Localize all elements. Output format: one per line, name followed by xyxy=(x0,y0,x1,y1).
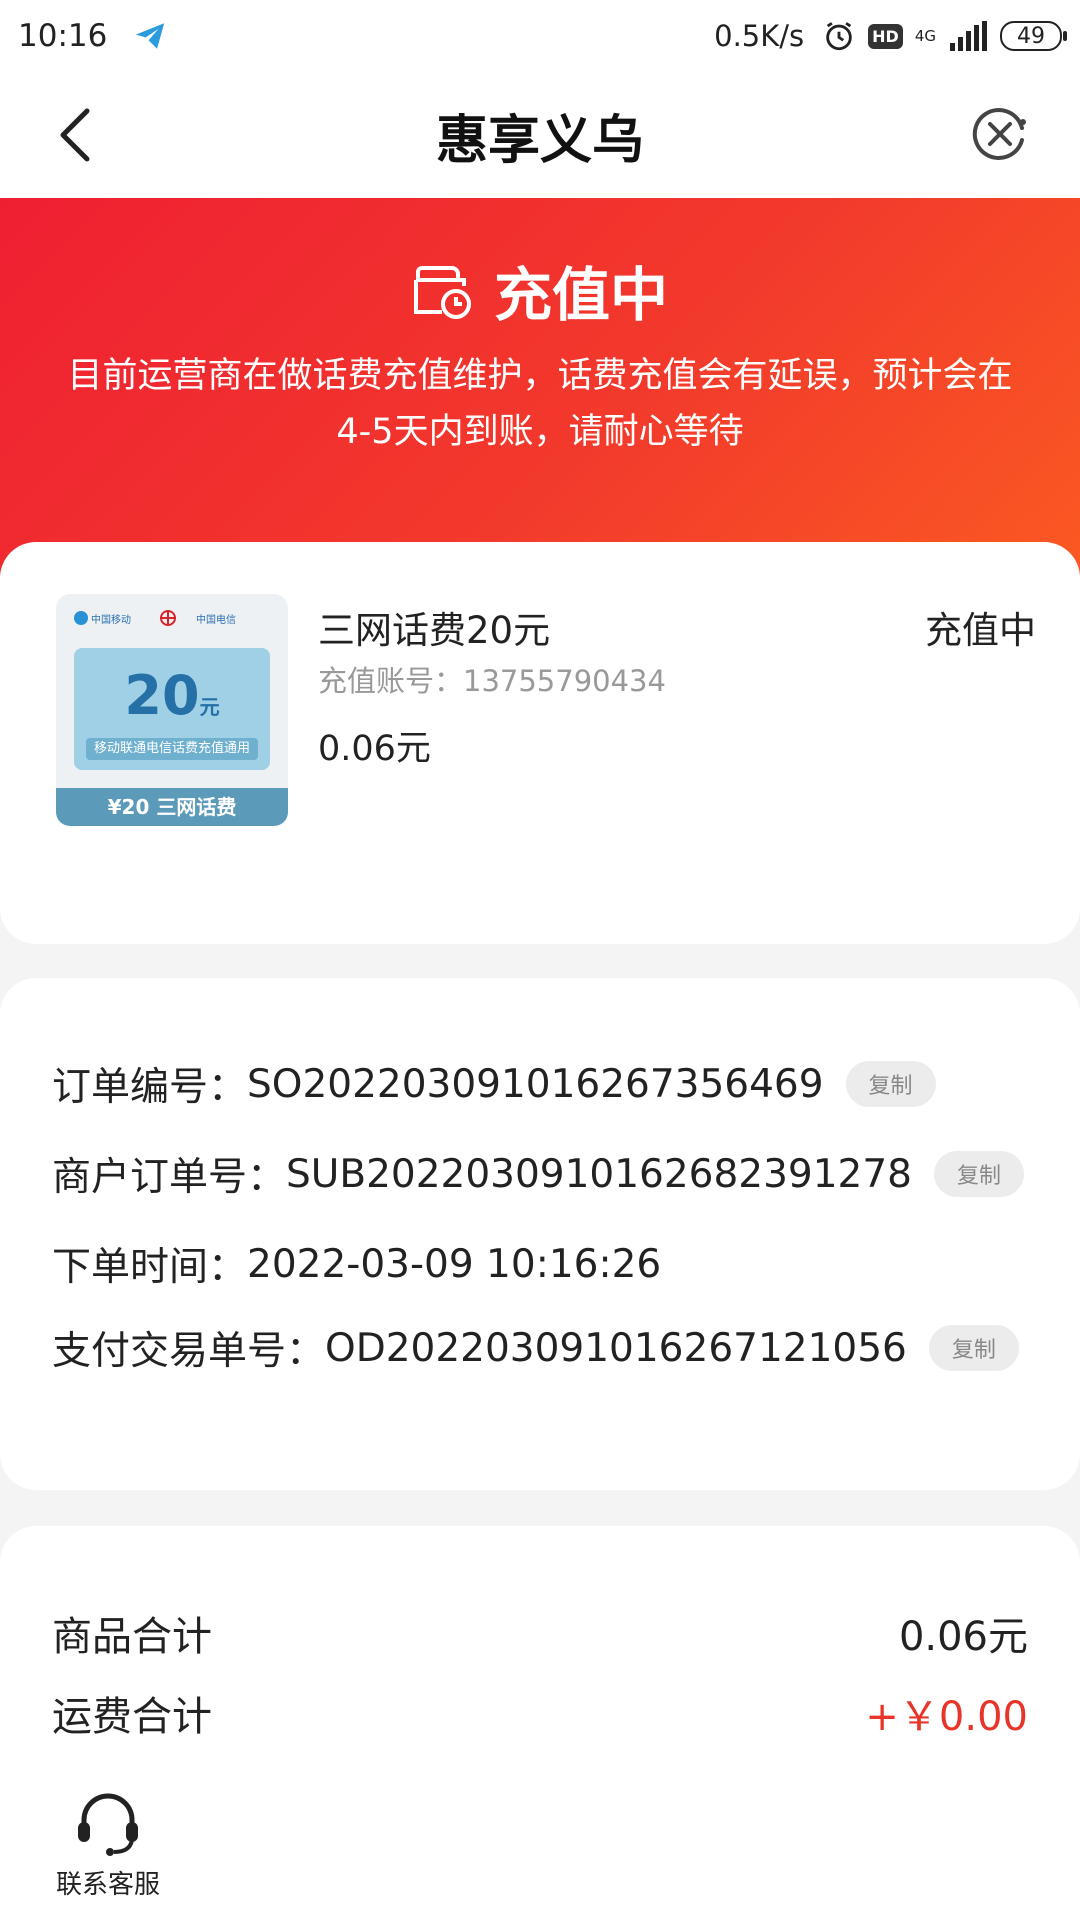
status-time: 10:16 xyxy=(18,18,108,54)
thumbnail-tag: 移动联通电信话费充值通用 xyxy=(86,738,258,760)
status-bar: 10:16 0.5K/s HD 4G 49 xyxy=(0,0,1080,72)
back-button[interactable] xyxy=(40,100,110,170)
signal-icon xyxy=(950,21,987,51)
merchant-order-value: SUB2022030910162682391278 xyxy=(286,1151,912,1197)
order-time-value: 2022-03-09 10:16:26 xyxy=(247,1241,662,1287)
status-banner: 充值中 目前运营商在做话费充值维护，话费充值会有延误，预计会在4-5天内到账，请… xyxy=(0,198,1080,598)
thumbnail-footer: ¥20 三网话费 xyxy=(56,788,288,826)
goods-total-value: 0.06元 xyxy=(898,1614,1028,1660)
product-status: 充值中 xyxy=(925,609,1036,652)
copy-order-number-button[interactable]: 复制 xyxy=(845,1061,936,1107)
banner-description: 目前运营商在做话费充值维护，话费充值会有延误，预计会在4-5天内到账，请耐心等待 xyxy=(67,356,1013,452)
order-number-value: SO202203091016267356469 xyxy=(247,1061,824,1107)
thumbnail-amount: 20元 xyxy=(124,664,220,727)
telegram-icon xyxy=(136,23,165,49)
payment-trade-label: 支付交易单号： xyxy=(52,1329,326,1374)
headset-icon xyxy=(78,1793,138,1856)
network-type: 4G xyxy=(914,27,936,45)
product-card[interactable]: 中国移动 中国电信 20元 移动联通电信话费充值通用 ¥20 三网话费 三网话费… xyxy=(0,542,1080,944)
hd-badge: HD xyxy=(868,23,903,49)
recharge-account: 充值账号：13755790434 xyxy=(318,664,666,698)
customer-service-button[interactable]: 联系客服 xyxy=(52,1790,164,1901)
product-thumbnail: 中国移动 中国电信 20元 移动联通电信话费充值通用 ¥20 三网话费 xyxy=(56,594,288,826)
product-price: 0.06元 xyxy=(318,729,431,769)
merchant-order-row: 商户订单号： SUB2022030910162682391278 复制 xyxy=(52,1146,1024,1202)
order-number-label: 订单编号： xyxy=(52,1065,248,1110)
shipping-total-value: +￥0.00 xyxy=(865,1694,1028,1740)
page-title: 惠享义乌 xyxy=(435,110,644,171)
payment-trade-row: 支付交易单号： OD202203091016267121056 复制 xyxy=(52,1320,1019,1376)
banner-status: 充值中 xyxy=(0,248,1080,332)
net-speed: 0.5K/s xyxy=(714,19,805,53)
chevron-left-icon xyxy=(60,108,90,162)
product-name: 三网话费20元 xyxy=(318,609,551,652)
carrier-logos: 中国移动 中国电信 xyxy=(74,608,256,628)
payment-trade-value: OD202203091016267121056 xyxy=(325,1325,907,1371)
goods-total-label: 商品合计 xyxy=(52,1614,212,1660)
order-info-card: 订单编号： SO202203091016267356469 复制 商户订单号： … xyxy=(0,978,1080,1490)
order-number-row: 订单编号： SO202203091016267356469 复制 xyxy=(52,1056,936,1112)
order-time-row: 下单时间： 2022-03-09 10:16:26 xyxy=(52,1236,661,1292)
thumbnail-card: 20元 移动联通电信话费充值通用 xyxy=(74,648,270,770)
goods-total-row: 商品合计 0.06元 xyxy=(52,1604,1028,1662)
close-miniapp-button[interactable] xyxy=(968,102,1032,166)
wallet-clock-icon xyxy=(413,266,471,319)
battery-icon: 49 xyxy=(1000,21,1067,51)
copy-merchant-order-button[interactable]: 复制 xyxy=(933,1151,1024,1197)
merchant-order-label: 商户订单号： xyxy=(52,1155,287,1200)
alarm-icon xyxy=(826,22,852,51)
customer-service-label: 联系客服 xyxy=(55,1870,160,1900)
china-telecom-logo: 中国电信 xyxy=(196,614,236,626)
shipping-total-label: 运费合计 xyxy=(52,1694,212,1740)
nav-bar: 惠享义乌 xyxy=(0,72,1080,198)
banner-status-text: 充值中 xyxy=(493,261,668,329)
shipping-total-row: 运费合计 +￥0.00 xyxy=(52,1684,1028,1742)
order-time-label: 下单时间： xyxy=(52,1245,248,1290)
copy-payment-trade-button[interactable]: 复制 xyxy=(928,1325,1019,1371)
china-unicom-logo xyxy=(150,608,186,628)
china-mobile-logo: 中国移动 xyxy=(74,608,140,628)
